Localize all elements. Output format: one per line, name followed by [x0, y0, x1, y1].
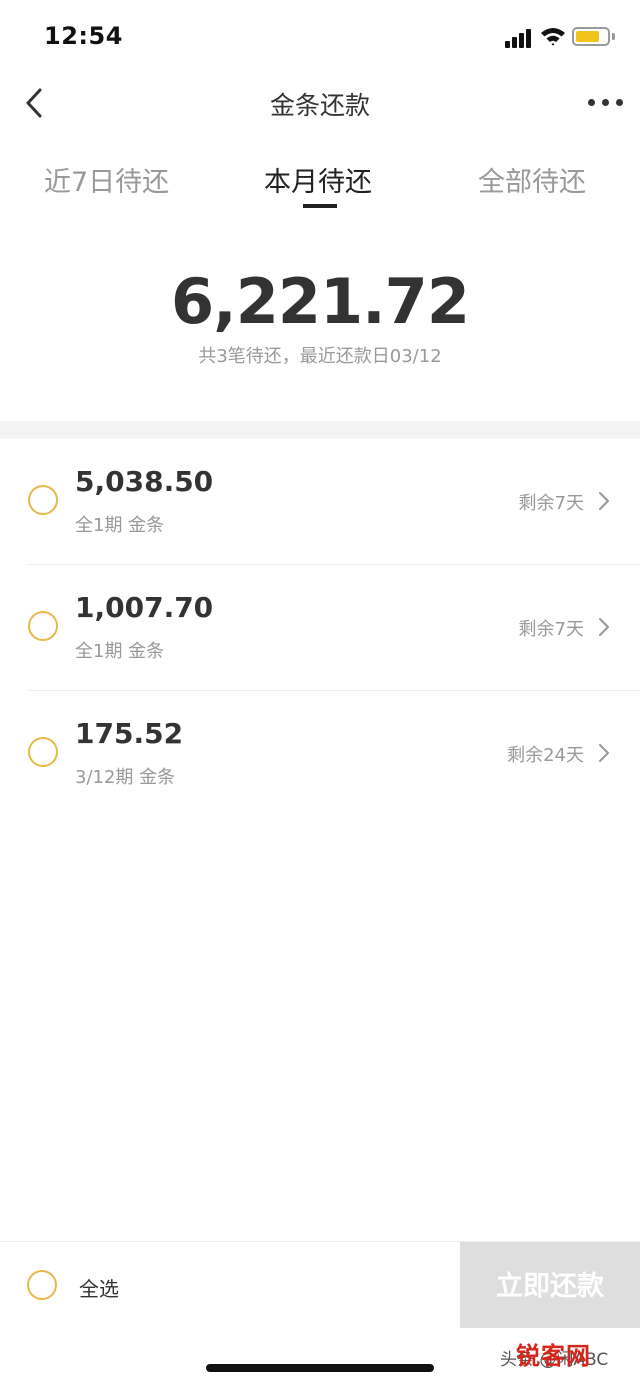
bill-description: 3/12期 金条: [75, 767, 176, 788]
chevron-right-icon: [599, 744, 609, 762]
battery-level: [576, 31, 599, 42]
pay-now-button[interactable]: 立即还款: [460, 1242, 640, 1328]
list-item[interactable]: 1,007.70 全1期 金条 剩余7天: [0, 565, 640, 691]
section-divider: [0, 421, 640, 439]
list-item[interactable]: 5,038.50 全1期 金条 剩余7天: [0, 439, 640, 565]
bill-list: 5,038.50 全1期 金条 剩余7天 1,007.70 全1期 金条 剩余7…: [0, 439, 640, 817]
page-title: 金条还款: [269, 91, 370, 120]
battery-icon: [572, 27, 610, 46]
cellular-signal-icon: [505, 28, 535, 48]
total-amount: 6,221.72: [171, 265, 470, 338]
select-radio[interactable]: [28, 737, 58, 767]
select-all-radio[interactable]: [27, 1270, 57, 1300]
list-item[interactable]: 175.52 3/12期 金条 剩余24天: [0, 691, 640, 817]
active-tab-indicator: [303, 204, 337, 208]
bill-description: 全1期 金条: [75, 515, 165, 536]
chevron-right-icon: [599, 618, 609, 636]
nav-bar: 金条还款: [0, 70, 640, 134]
bill-amount: 175.52: [75, 717, 184, 750]
select-radio[interactable]: [28, 611, 58, 641]
battery-cap: [612, 33, 615, 40]
bill-amount: 5,038.50: [75, 465, 214, 498]
chevron-right-icon: [599, 492, 609, 510]
watermark-logo: 锐客网: [516, 1342, 591, 1370]
bill-amount: 1,007.70: [75, 591, 214, 624]
select-all-label[interactable]: 全选: [79, 1273, 119, 1302]
bill-description: 全1期 金条: [75, 641, 165, 662]
home-indicator: [206, 1364, 434, 1372]
bottom-action-bar: 全选 立即还款: [0, 1241, 640, 1328]
repayment-tabs: 近7日待还 本月待还 全部待还: [0, 150, 640, 214]
status-time: 12:54: [44, 22, 123, 50]
status-bar: 12:54: [0, 0, 640, 70]
days-remaining: 剩余24天: [507, 745, 584, 766]
repayment-summary: 6,221.72 共3笔待还，最近还款日03/12: [0, 262, 640, 368]
more-options-icon[interactable]: [586, 96, 626, 108]
select-radio[interactable]: [28, 485, 58, 515]
days-remaining: 剩余7天: [518, 493, 584, 514]
summary-subtitle: 共3笔待还，最近还款日03/12: [198, 346, 442, 367]
tab-next-7-days[interactable]: 近7日待还: [44, 160, 169, 199]
wifi-icon: [541, 28, 565, 46]
days-remaining: 剩余7天: [518, 619, 584, 640]
tab-this-month[interactable]: 本月待还: [264, 160, 372, 199]
tab-all[interactable]: 全部待还: [478, 160, 586, 199]
